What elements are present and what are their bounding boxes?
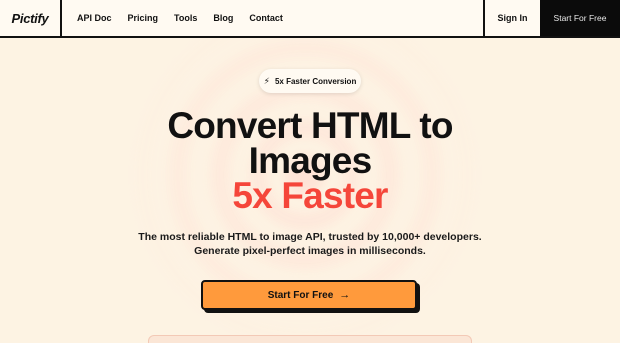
headline-accent: 5x Faster	[232, 175, 388, 216]
badge-label: 5x Faster Conversion	[274, 76, 357, 86]
headline-line-1: Convert HTML to	[167, 105, 453, 146]
nav-link-tools[interactable]: Tools	[174, 13, 197, 23]
lightning-icon: ⚡	[263, 75, 270, 86]
start-for-free-cta-button[interactable]: Start For Free →	[201, 280, 417, 310]
subtitle-line-2: Generate pixel-perfect images in millise…	[194, 245, 426, 257]
hero-subtitle: The most reliable HTML to image API, tru…	[0, 230, 620, 258]
preview-panel-edge	[148, 335, 472, 343]
brand-logo[interactable]: Pictify	[0, 0, 62, 36]
speed-badge: ⚡ 5x Faster Conversion	[259, 69, 361, 93]
arrow-right-icon: →	[339, 289, 351, 301]
hero-headline: Convert HTML to Images 5x Faster	[0, 105, 620, 216]
nav-link-pricing[interactable]: Pricing	[128, 13, 159, 23]
headline-line-2: Images	[248, 140, 373, 181]
start-for-free-nav-button[interactable]: Start For Free	[540, 0, 620, 36]
nav-links: API Doc Pricing Tools Blog Contact	[62, 0, 483, 36]
nav-link-blog[interactable]: Blog	[213, 13, 233, 23]
sign-in-button[interactable]: Sign In	[483, 0, 540, 36]
nav-link-contact[interactable]: Contact	[249, 13, 283, 23]
top-navbar: Pictify API Doc Pricing Tools Blog Conta…	[0, 0, 620, 38]
nav-link-api-doc[interactable]: API Doc	[77, 13, 112, 23]
cta-label: Start For Free	[267, 289, 334, 301]
subtitle-line-1: The most reliable HTML to image API, tru…	[138, 231, 482, 243]
